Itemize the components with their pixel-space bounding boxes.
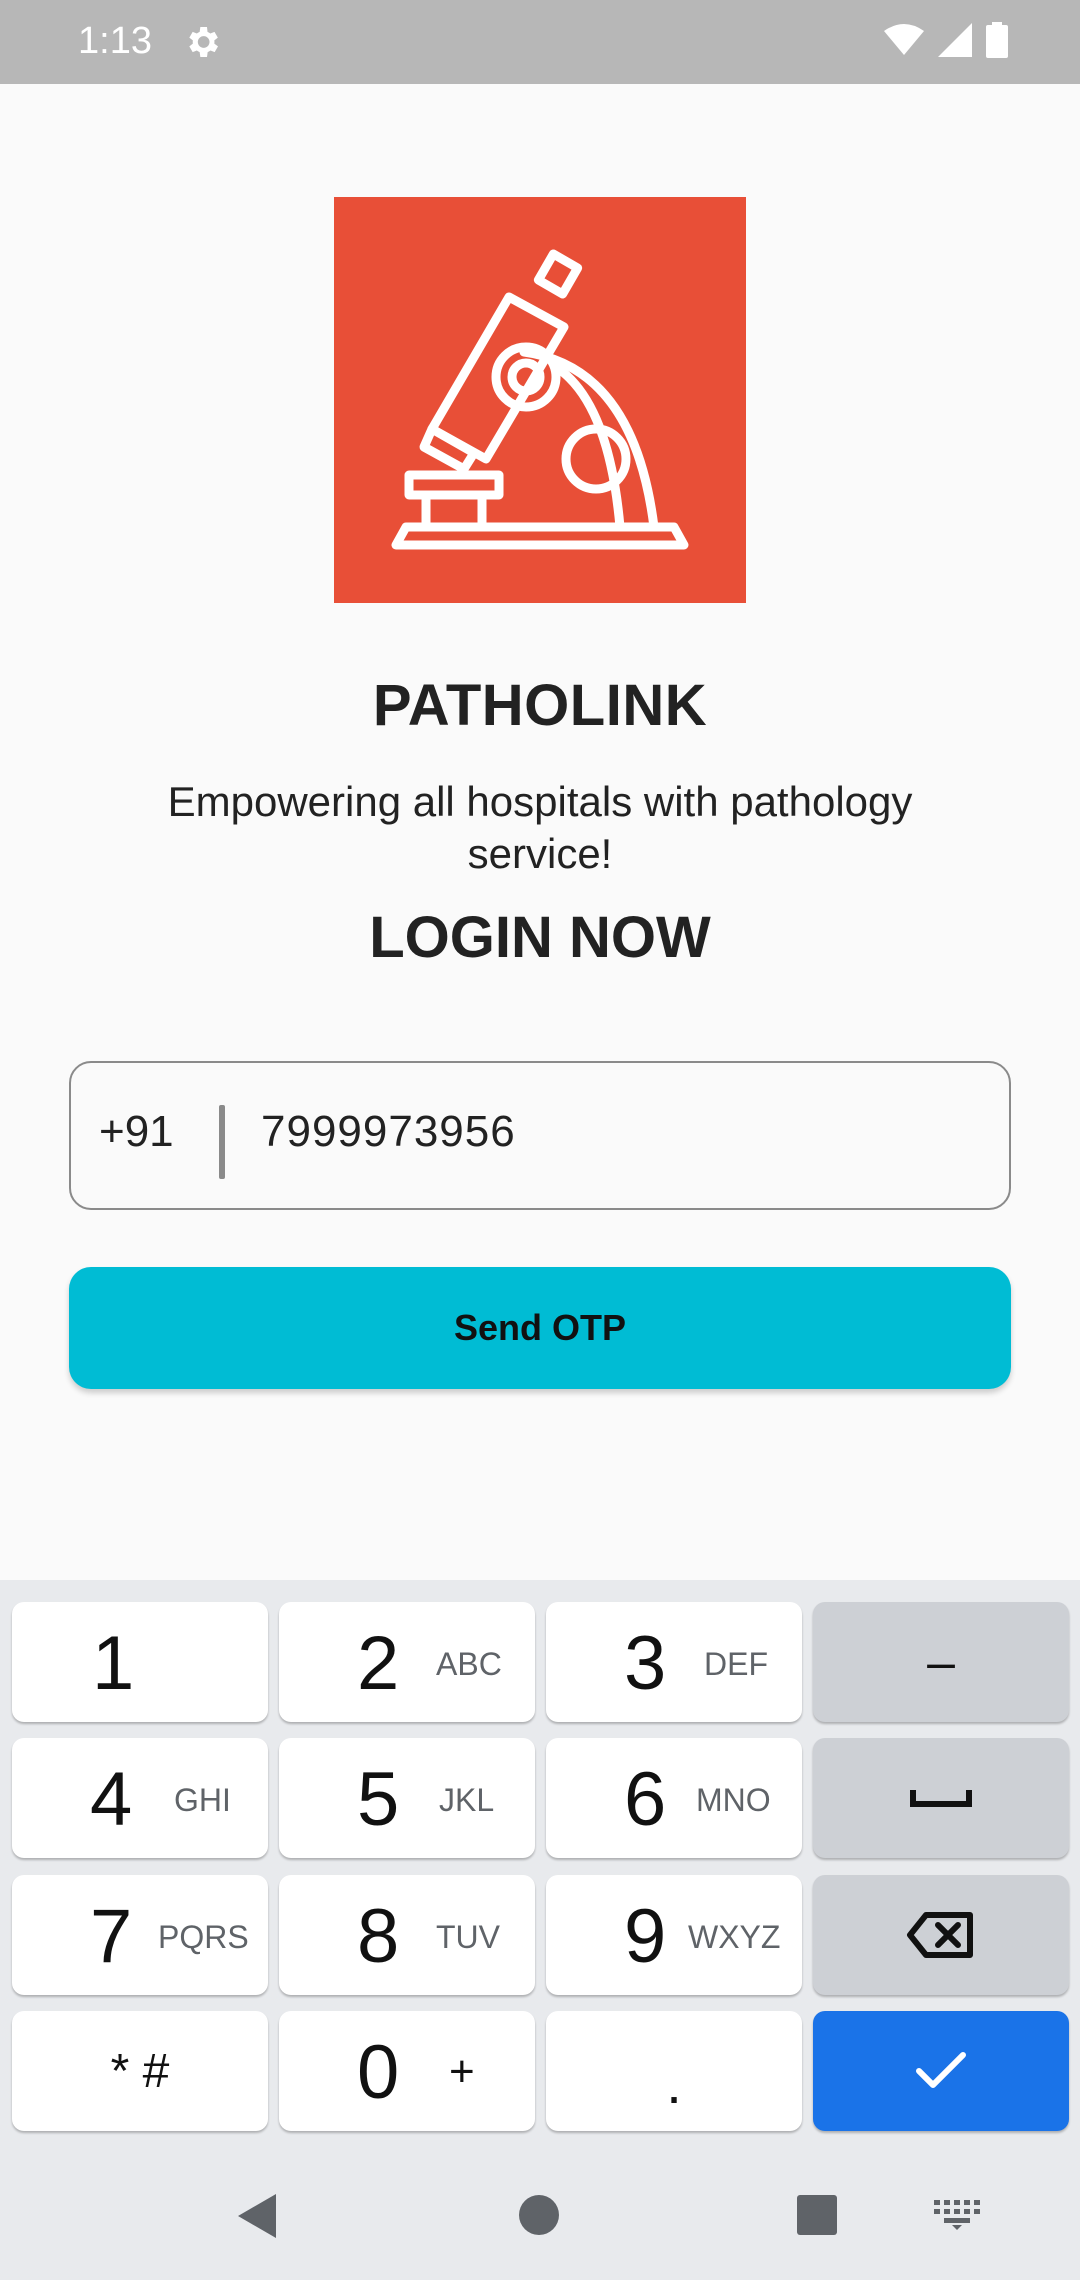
signal-icon <box>938 23 972 57</box>
wifi-icon <box>884 23 924 57</box>
key-dot[interactable]: . <box>546 2011 802 2131</box>
home-icon[interactable] <box>518 2194 560 2236</box>
key-digit: 0 <box>357 2030 400 2115</box>
key-letters: TUV <box>436 1919 500 1955</box>
gear-icon <box>182 22 222 62</box>
keyboard-switch-icon[interactable] <box>934 2200 980 2230</box>
key-minus-label: – <box>927 1634 955 1690</box>
back-icon[interactable] <box>236 2192 280 2240</box>
login-title: LOGIN NOW <box>369 905 711 970</box>
key-7[interactable]: 7 PQRS <box>12 1875 268 1995</box>
phone-input[interactable]: 7999973956 <box>261 1107 516 1157</box>
key-dot-label: . <box>666 2051 682 2115</box>
backspace-icon <box>907 1912 973 1958</box>
key-3[interactable]: 3 DEF <box>546 1602 802 1722</box>
battery-icon <box>986 22 1008 58</box>
key-9[interactable]: 9 WXYZ <box>546 1875 802 1995</box>
key-letters: ABC <box>436 1646 502 1682</box>
key-2[interactable]: 2 ABC <box>279 1602 535 1722</box>
key-done[interactable] <box>813 2011 1069 2131</box>
field-divider <box>219 1105 225 1179</box>
key-letters: MNO <box>696 1782 771 1818</box>
key-star-hash-label: * # <box>110 2044 170 2098</box>
numeric-keyboard: 1 2 ABC 3 DEF – 4 GHI 5 JKL 6 MNO 7 PQRS… <box>0 1580 1080 2160</box>
key-letters: WXYZ <box>688 1919 781 1955</box>
status-time: 1:13 <box>78 20 152 62</box>
key-digit: 6 <box>624 1757 667 1842</box>
key-letters: DEF <box>704 1646 768 1682</box>
key-digit: 3 <box>624 1621 667 1706</box>
phone-field[interactable]: +91 7999973956 <box>69 1061 1011 1210</box>
key-digit: 7 <box>90 1894 133 1979</box>
key-1[interactable]: 1 <box>12 1602 268 1722</box>
key-5[interactable]: 5 JKL <box>279 1738 535 1858</box>
key-digit: 4 <box>90 1757 133 1842</box>
tagline: Empowering all hospitals with pathology … <box>167 778 913 877</box>
key-0[interactable]: 0 + <box>279 2011 535 2131</box>
key-space[interactable] <box>813 1738 1069 1858</box>
status-bar: 1:13 <box>0 0 1080 84</box>
key-star-hash[interactable]: * # <box>12 2011 268 2131</box>
key-backspace[interactable] <box>813 1875 1069 1995</box>
key-letters: PQRS <box>158 1919 249 1955</box>
space-icon <box>910 1790 972 1807</box>
country-code[interactable]: +91 <box>99 1107 174 1157</box>
key-digit: 1 <box>92 1621 135 1706</box>
key-4[interactable]: 4 GHI <box>12 1738 268 1858</box>
key-digit: 9 <box>624 1894 667 1979</box>
key-letters: + <box>449 2047 475 2096</box>
key-minus[interactable]: – <box>813 1602 1069 1722</box>
app-logo <box>334 197 746 603</box>
send-otp-button[interactable]: Send OTP <box>69 1267 1011 1389</box>
key-digit: 5 <box>357 1757 400 1842</box>
key-digit: 2 <box>357 1621 400 1706</box>
app-title: PATHOLINK <box>372 673 708 738</box>
key-digit: 8 <box>357 1894 400 1979</box>
key-letters: JKL <box>439 1782 495 1818</box>
key-6[interactable]: 6 MNO <box>546 1738 802 1858</box>
microscope-icon <box>391 249 689 550</box>
nav-bar <box>0 2160 1080 2280</box>
key-letters: GHI <box>174 1782 231 1818</box>
checkmark-icon <box>916 2052 966 2088</box>
key-8[interactable]: 8 TUV <box>279 1875 535 1995</box>
recents-icon[interactable] <box>797 2195 837 2235</box>
